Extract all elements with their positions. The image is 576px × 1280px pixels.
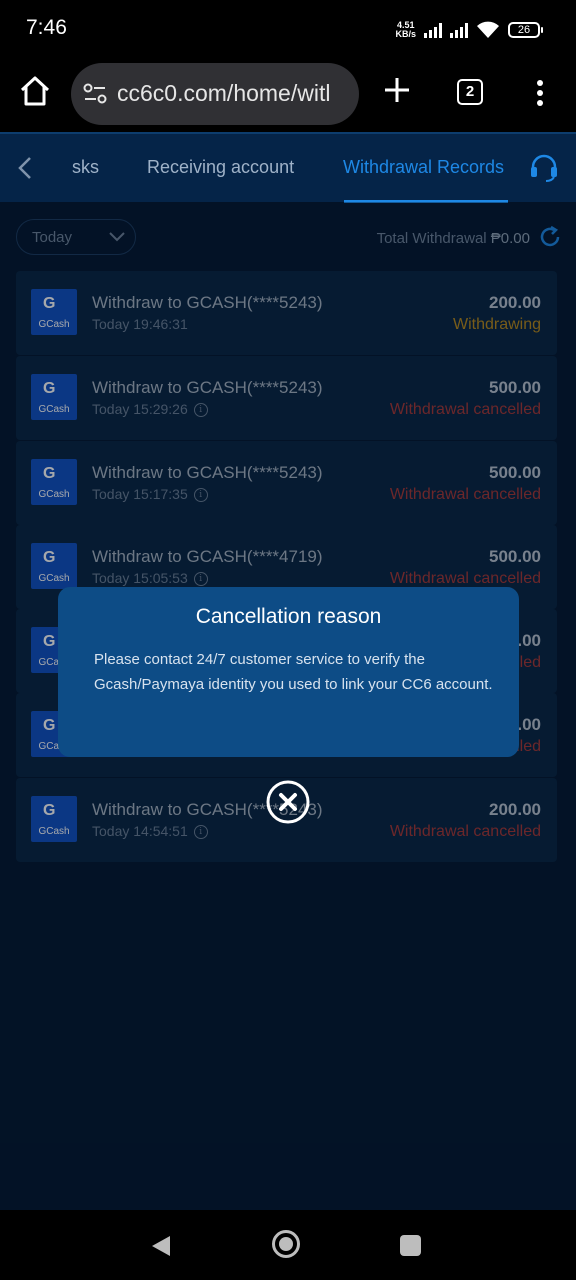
- browser-toolbar: cc6c0.com/home/witl 2: [0, 58, 576, 132]
- signal-icon: [424, 22, 442, 38]
- url-text: cc6c0.com/home/witl: [117, 80, 331, 106]
- dialog-message: Please contact 24/7 customer service to …: [94, 651, 493, 693]
- signal-icon-2: [450, 22, 468, 38]
- nav-back-icon[interactable]: [150, 1234, 172, 1258]
- system-nav-bar: [0, 1210, 576, 1280]
- wifi-icon: [477, 21, 499, 38]
- nav-recents-icon[interactable]: [400, 1235, 421, 1256]
- status-icons: 4.51 KB/s 26: [395, 18, 543, 42]
- headset-icon[interactable]: [528, 152, 560, 184]
- tab-receiving-account[interactable]: Receiving account: [147, 157, 294, 178]
- site-settings-icon[interactable]: [83, 83, 107, 105]
- more-vert-icon[interactable]: [530, 78, 550, 108]
- tab-tasks[interactable]: sks: [72, 157, 99, 178]
- nav-home-icon[interactable]: [271, 1229, 301, 1259]
- status-time: 7:46: [26, 16, 67, 39]
- plus-icon[interactable]: [383, 76, 411, 104]
- home-icon[interactable]: [18, 74, 52, 108]
- network-speed: 4.51 KB/s: [395, 20, 416, 39]
- tabs-icon[interactable]: 2: [457, 79, 483, 105]
- cancellation-reason-dialog: Cancellation reason Please contact 24/7 …: [58, 587, 519, 757]
- app-header: sks Receiving account Withdrawal Records: [0, 132, 576, 203]
- tab-withdrawal-records[interactable]: Withdrawal Records: [343, 157, 504, 178]
- back-chevron-icon[interactable]: [14, 156, 36, 180]
- status-bar: 7:46 4.51 KB/s 26: [0, 0, 576, 58]
- url-bar[interactable]: cc6c0.com/home/witl: [71, 63, 359, 125]
- close-circle-icon[interactable]: [265, 779, 311, 825]
- battery-icon: 26: [508, 22, 543, 38]
- dialog-title: Cancellation reason: [195, 605, 382, 628]
